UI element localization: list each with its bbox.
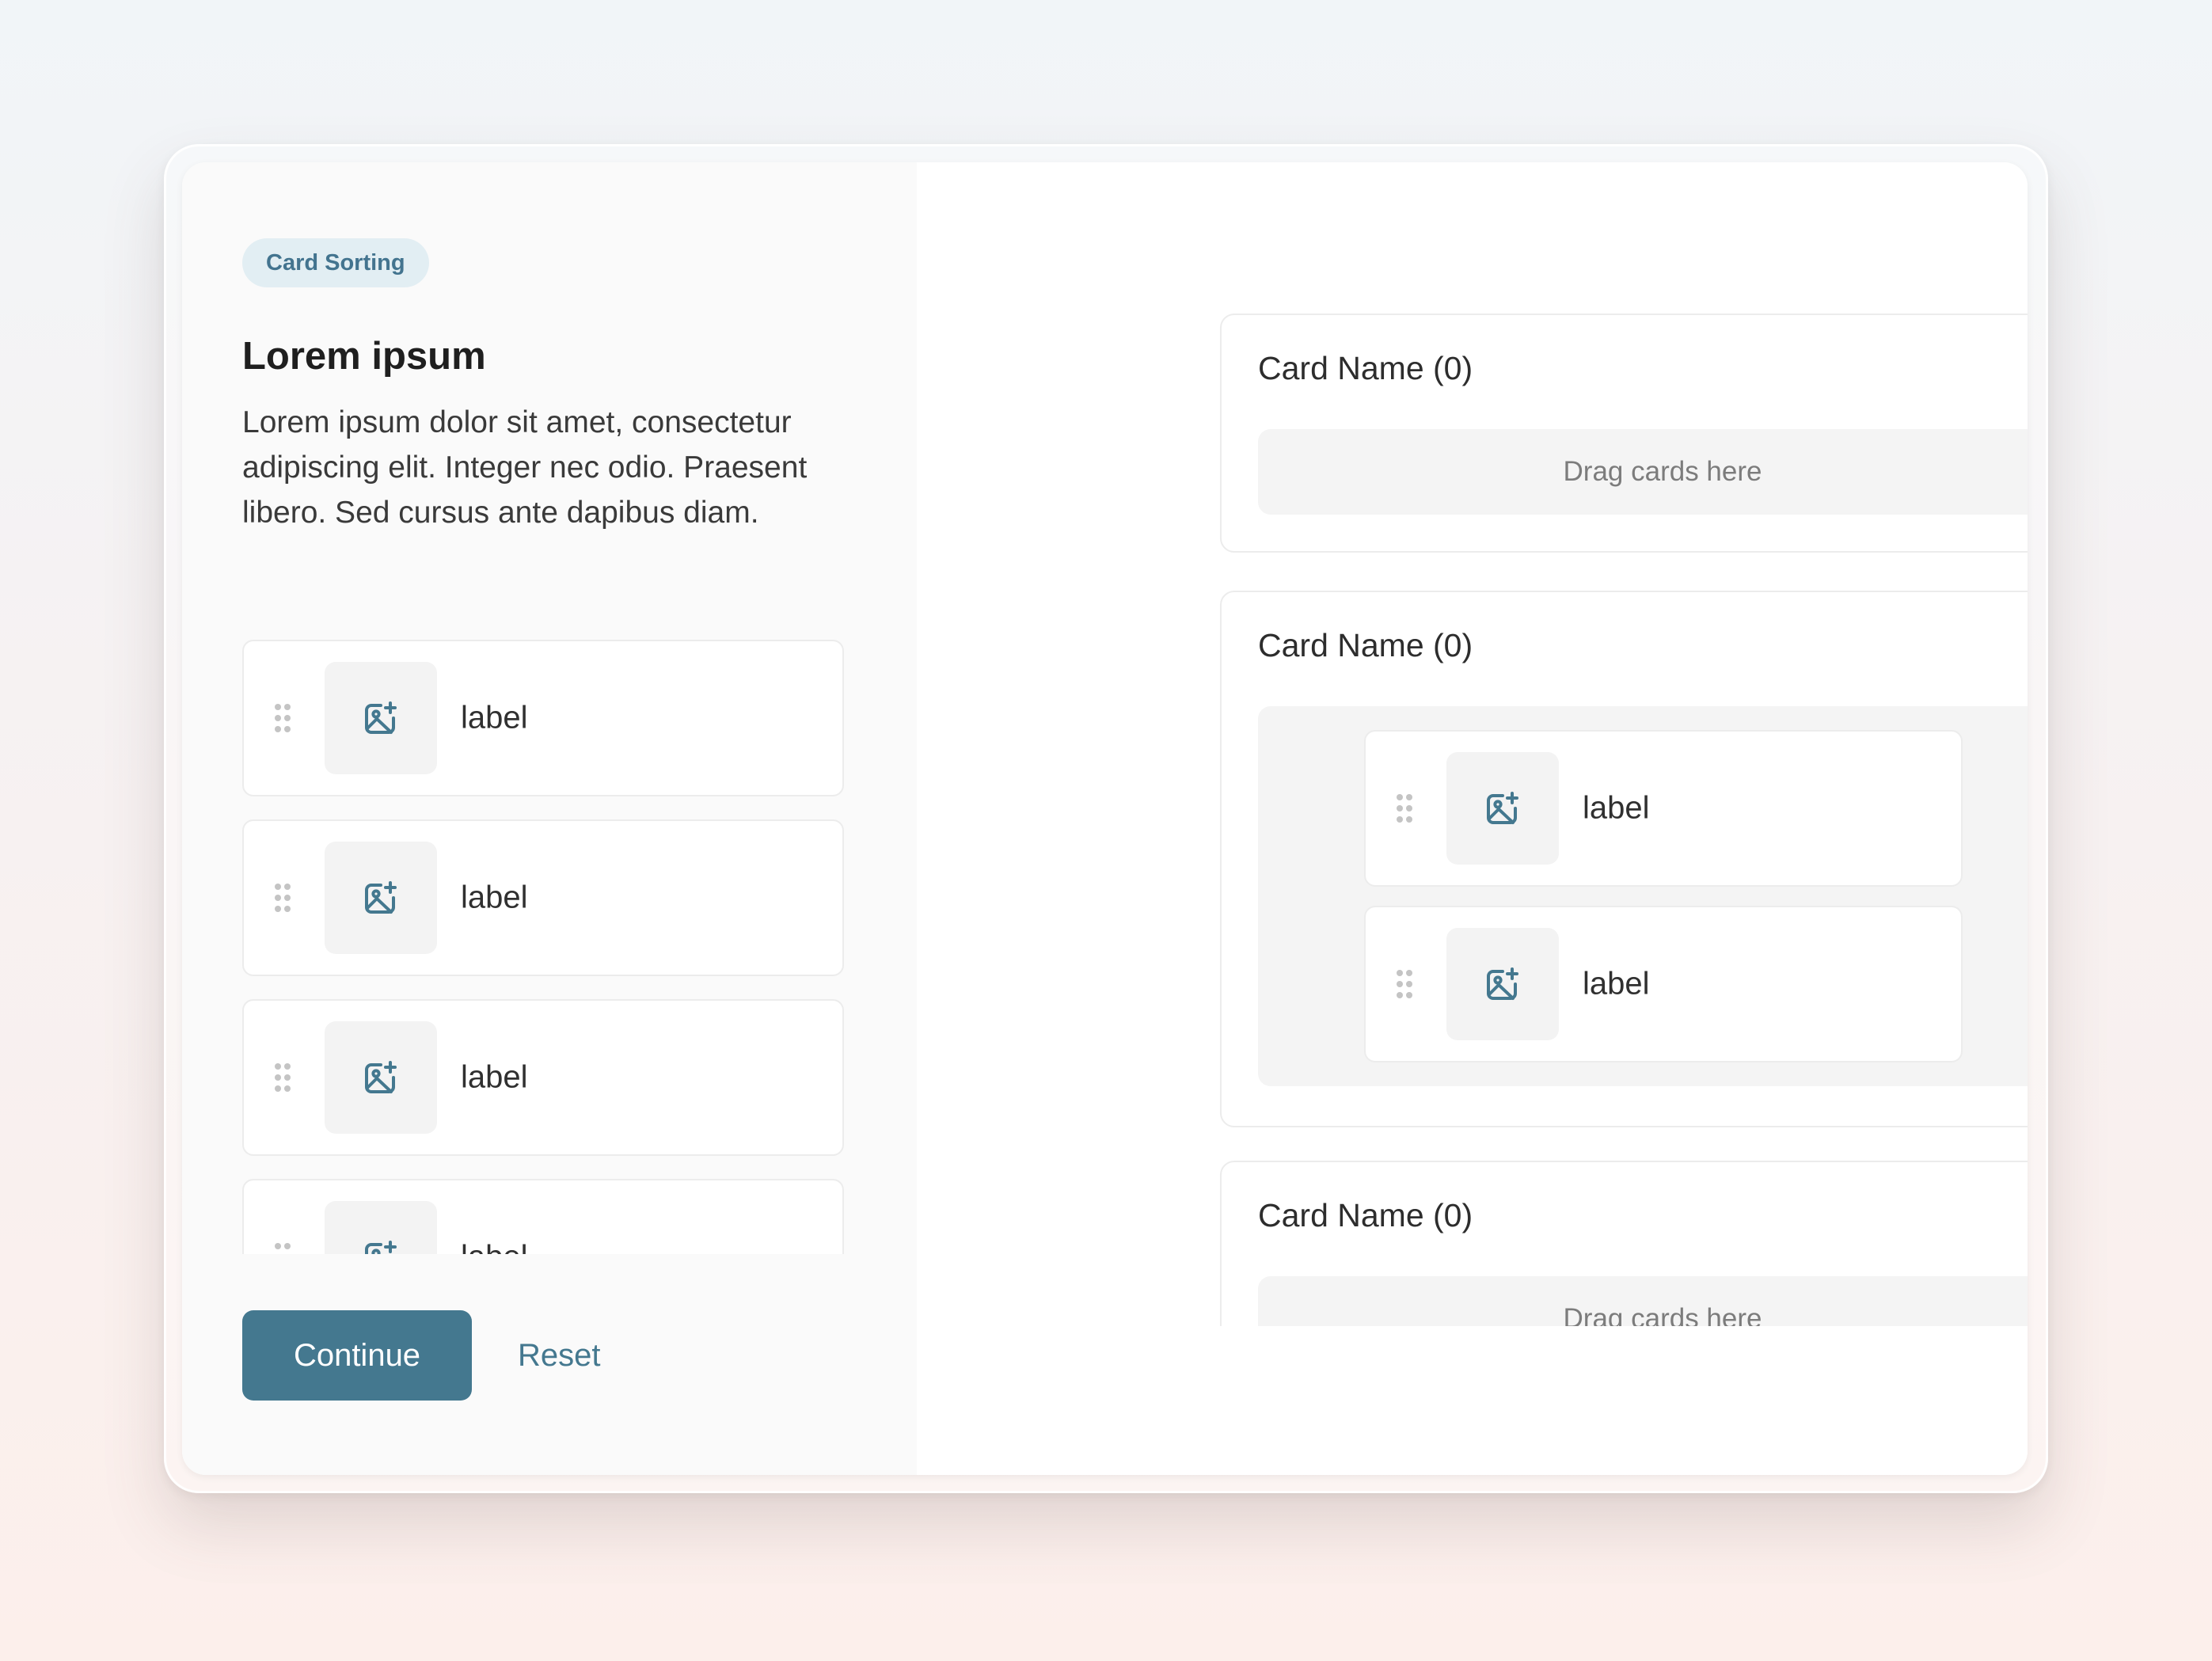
image-plus-icon (365, 1061, 397, 1093)
card-thumbnail (325, 662, 437, 774)
category-box: Card Name (0) label label (1220, 591, 2028, 1127)
card-label: label (461, 1240, 528, 1255)
category-title: Card Name (0) (1258, 350, 1473, 386)
card-sorting-badge: Card Sorting (242, 238, 429, 287)
right-column: Card Name (0) Drag cards here Card Name … (917, 162, 2028, 1475)
drag-handle-icon[interactable] (274, 1242, 291, 1254)
category-dropzone[interactable]: Drag cards here (1258, 1276, 2028, 1326)
sortable-card[interactable]: label (242, 819, 844, 976)
sortable-card[interactable]: label (242, 999, 844, 1156)
image-plus-icon (1487, 792, 1518, 824)
card-thumbnail (325, 1201, 437, 1254)
card-label: label (1583, 966, 1650, 1002)
drag-handle-icon[interactable] (274, 883, 291, 913)
category-title: Card Name (0) (1258, 1197, 1473, 1233)
card-sorting-panel: Card Sorting Lorem ipsum Lorem ipsum dol… (182, 162, 2028, 1475)
category-box: Card Name (0) Drag cards here (1220, 314, 2028, 553)
unsorted-card-list[interactable]: label label label (242, 640, 844, 1254)
left-column: Card Sorting Lorem ipsum Lorem ipsum dol… (182, 162, 917, 1475)
image-plus-icon (1487, 967, 1518, 1000)
card-thumbnail (325, 842, 437, 954)
page-description: Lorem ipsum dolor sit amet, consectetur … (242, 405, 808, 530)
category-dropzone[interactable]: label label (1258, 706, 2028, 1086)
page-title: Lorem ipsum (242, 335, 486, 378)
drag-handle-icon[interactable] (274, 703, 291, 733)
image-plus-icon (365, 701, 397, 734)
drag-handle-icon[interactable] (274, 1062, 291, 1093)
card-thumbnail (1446, 752, 1559, 865)
sortable-card[interactable]: label (242, 1179, 844, 1254)
reset-button[interactable]: Reset (513, 1310, 606, 1401)
category-dropzone[interactable]: Drag cards here (1258, 429, 2028, 515)
sorted-card[interactable]: label (1364, 906, 1963, 1062)
card-label: label (461, 700, 528, 735)
card-thumbnail (1446, 928, 1559, 1040)
sortable-card[interactable]: label (242, 640, 844, 796)
category-box: Card Name (0) Drag cards here (1220, 1161, 2028, 1326)
continue-button[interactable]: Continue (242, 1310, 472, 1401)
category-title: Card Name (0) (1258, 627, 1473, 663)
category-list[interactable]: Card Name (0) Drag cards here Card Name … (917, 162, 2028, 1326)
card-label: label (461, 880, 528, 915)
card-label: label (1583, 790, 1650, 826)
card-label: label (461, 1059, 528, 1095)
image-plus-icon (365, 881, 397, 914)
drag-handle-icon[interactable] (1396, 969, 1413, 999)
image-plus-icon (365, 1241, 397, 1254)
card-thumbnail (325, 1021, 437, 1134)
drag-handle-icon[interactable] (1396, 793, 1413, 823)
sorted-card[interactable]: label (1364, 730, 1963, 887)
